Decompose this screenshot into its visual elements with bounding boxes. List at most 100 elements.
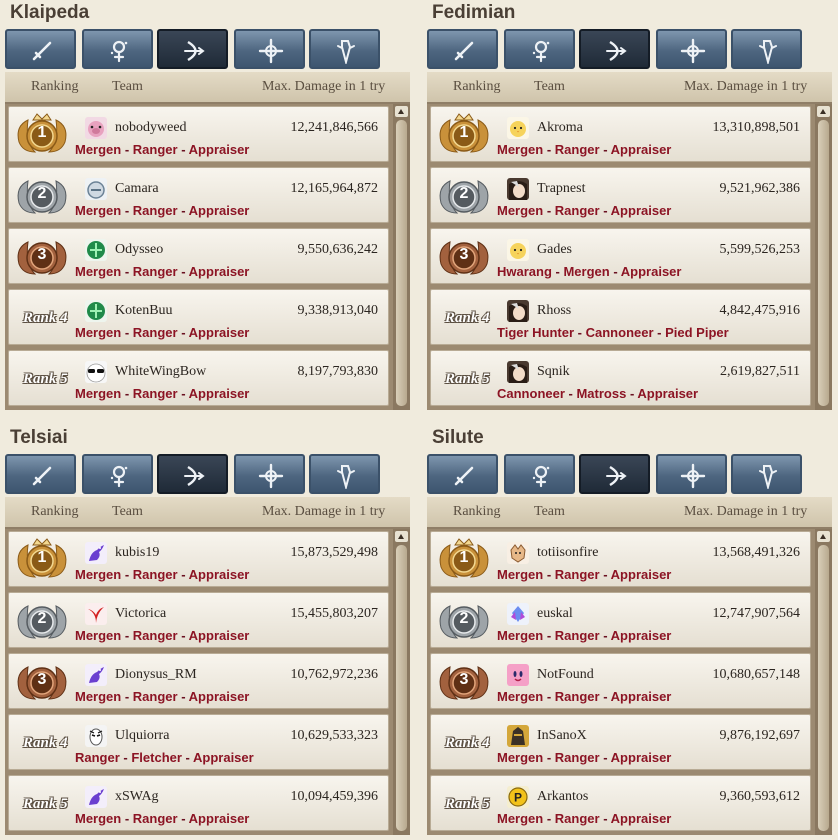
scrollbar[interactable] (393, 529, 410, 835)
team-name[interactable]: KotenBuu (115, 303, 173, 319)
scroll-up-arrow-icon[interactable] (395, 106, 408, 117)
tab-scout[interactable] (731, 454, 802, 494)
scrollbar[interactable] (393, 104, 410, 410)
tab-cleric-cross[interactable] (234, 29, 305, 69)
class-combo: Mergen - Ranger - Appraiser (497, 689, 671, 704)
tab-bow[interactable] (157, 454, 228, 494)
scroll-thumb[interactable] (818, 120, 829, 406)
team-name[interactable]: Dionysus_RM (115, 667, 197, 683)
tab-scout[interactable] (309, 454, 380, 494)
ranking-row[interactable]: 1 Akroma 13,310,898,501 Mergen - Ranger - A… (430, 106, 811, 162)
tab-wizard[interactable] (82, 454, 153, 494)
team-name[interactable]: Arkantos (537, 789, 588, 805)
cleric-cross-icon (258, 38, 284, 64)
rank-label: Rank 4 (445, 735, 490, 751)
tab-cleric-cross[interactable] (234, 454, 305, 494)
team-name[interactable]: Camara (115, 181, 159, 197)
leaderboard-panel: Telsiai Ranking Team Max. Damage in 1 try 1 k… (5, 425, 410, 835)
team-name[interactable]: Gades (537, 242, 572, 258)
team-name[interactable]: Victorica (115, 606, 166, 622)
team-name[interactable]: InSanoX (537, 728, 587, 744)
class-name: Tiger Hunter (497, 325, 575, 340)
class-name: Appraiser (637, 386, 699, 401)
ranking-row[interactable]: 2 Camara 12,165,964,872 Mergen - Ranger - A… (8, 167, 389, 223)
team-name[interactable]: Rhoss (537, 303, 571, 319)
ranking-row[interactable]: 3 Dionysus_RM 10,762,972,236 Mergen - Range… (8, 653, 389, 709)
tab-wizard[interactable] (82, 29, 153, 69)
class-separator: - (177, 567, 189, 582)
ranking-row[interactable]: 1 totiisonfire 13,568,491,326 Mergen - Rang… (430, 531, 811, 587)
team-name[interactable]: WhiteWingBow (115, 364, 206, 380)
team-name[interactable]: Akroma (537, 120, 583, 136)
tab-scout[interactable] (731, 29, 802, 69)
scroll-thumb[interactable] (396, 545, 407, 831)
ranking-row[interactable]: 1 nobodyweed 12,241,846,566 Mergen - Ranger… (8, 106, 389, 162)
ranking-row[interactable]: Rank 4 KotenBuu 9,338,913,040 Mergen - Rang… (8, 289, 389, 345)
class-combo: Mergen - Ranger - Appraiser (75, 203, 249, 218)
red-bird-avatar (85, 603, 107, 625)
scroll-thumb[interactable] (396, 120, 407, 406)
ranking-row[interactable]: Rank 5 xSWAg 10,094,459,396 Mergen - Ranger… (8, 775, 389, 831)
ranking-row[interactable]: Rank 4 InSanoX 9,876,192,697 Mergen - Range… (430, 714, 811, 770)
tab-wizard[interactable] (504, 29, 575, 69)
ranking-row[interactable]: 3 NotFound 10,680,657,148 Mergen - Ranger -… (430, 653, 811, 709)
ranking-row[interactable]: Rank 5 WhiteWingBow 8,197,793,830 Mergen - … (8, 350, 389, 406)
class-name: Mergen (497, 628, 544, 643)
scroll-up-arrow-icon[interactable] (395, 531, 408, 542)
tab-scout[interactable] (309, 29, 380, 69)
tab-wizard[interactable] (504, 454, 575, 494)
ranking-row[interactable]: 3 Gades 5,599,526,253 Hwarang - Mergen - Ap… (430, 228, 811, 284)
column-header-damage: Max. Damage in 1 try (262, 504, 386, 519)
team-name[interactable]: totiisonfire (537, 545, 598, 561)
ranking-row[interactable]: Rank 4 Rhoss 4,842,475,916 Tiger Hunter - C… (430, 289, 811, 345)
class-name: Mergen (75, 811, 122, 826)
ranking-row[interactable]: 2 euskal 12,747,907,564 Mergen - Ranger - A… (430, 592, 811, 648)
tab-cleric-cross[interactable] (656, 454, 727, 494)
ranking-row[interactable]: 1 kubis19 15,873,529,498 Mergen - Ranger - … (8, 531, 389, 587)
ranking-row[interactable]: 3 Odysseo 9,550,636,242 Mergen - Ranger - A… (8, 228, 389, 284)
max-damage-value: 15,455,803,207 (290, 606, 379, 621)
ranking-row[interactable]: Rank 5 P Arkantos 9,360,593,612 Mergen - Ran… (430, 775, 811, 831)
tab-sword[interactable] (5, 454, 76, 494)
scrollbar[interactable] (815, 529, 832, 835)
team-name[interactable]: Ulquiorra (115, 728, 169, 744)
column-header-damage: Max. Damage in 1 try (684, 79, 808, 94)
sword-icon (32, 466, 52, 486)
ranking-row[interactable]: Rank 5 Sqnik 2,619,827,511 Cannoneer - Matr… (430, 350, 811, 406)
scroll-up-arrow-icon[interactable] (817, 531, 830, 542)
yellow-chick-avatar (507, 117, 529, 139)
ranking-row[interactable]: 2 Victorica 15,455,803,207 Mergen - Ranger … (8, 592, 389, 648)
class-name: Hwarang (497, 264, 552, 279)
team-name[interactable]: euskal (537, 606, 573, 622)
team-name[interactable]: xSWAg (115, 789, 159, 805)
rank-1-medal-icon: 1 (435, 112, 493, 158)
tab-cleric-cross[interactable] (656, 29, 727, 69)
ranking-row[interactable]: Rank 4 Ulquiorra 10,629,533,323 Ranger - Fl… (8, 714, 389, 770)
rank-number: 2 (37, 610, 47, 627)
tab-sword[interactable] (5, 29, 76, 69)
class-name: Mergen (75, 689, 122, 704)
tab-bow[interactable] (157, 29, 228, 69)
leaderboard-panel: Fedimian Ranking Team Max. Damage in 1 try 1… (427, 0, 832, 410)
cleric-cross-icon (680, 463, 706, 489)
team-name[interactable]: kubis19 (115, 545, 159, 561)
class-name: Appraiser (188, 386, 250, 401)
ranking-row[interactable]: 2 Trapnest 9,521,962,386 Mergen - Ranger - … (430, 167, 811, 223)
team-name[interactable]: Sqnik (537, 364, 570, 380)
team-name[interactable]: Odysseo (115, 242, 163, 258)
tab-sword[interactable] (427, 454, 498, 494)
class-combo: Mergen - Ranger - Appraiser (75, 811, 249, 826)
team-name[interactable]: nobodyweed (115, 120, 187, 136)
scrollbar[interactable] (815, 104, 832, 410)
scroll-thumb[interactable] (818, 545, 829, 831)
rank-2-medal-icon: 2 (435, 598, 493, 644)
team-name[interactable]: Trapnest (537, 181, 586, 197)
tab-bow[interactable] (579, 29, 650, 69)
team-name[interactable]: NotFound (537, 667, 594, 683)
tab-sword[interactable] (427, 29, 498, 69)
max-damage-value: 12,165,964,872 (290, 181, 379, 196)
scroll-up-arrow-icon[interactable] (817, 106, 830, 117)
class-name: Appraiser (610, 567, 672, 582)
tab-bow[interactable] (579, 454, 650, 494)
max-damage-value: 9,876,192,697 (719, 728, 801, 743)
